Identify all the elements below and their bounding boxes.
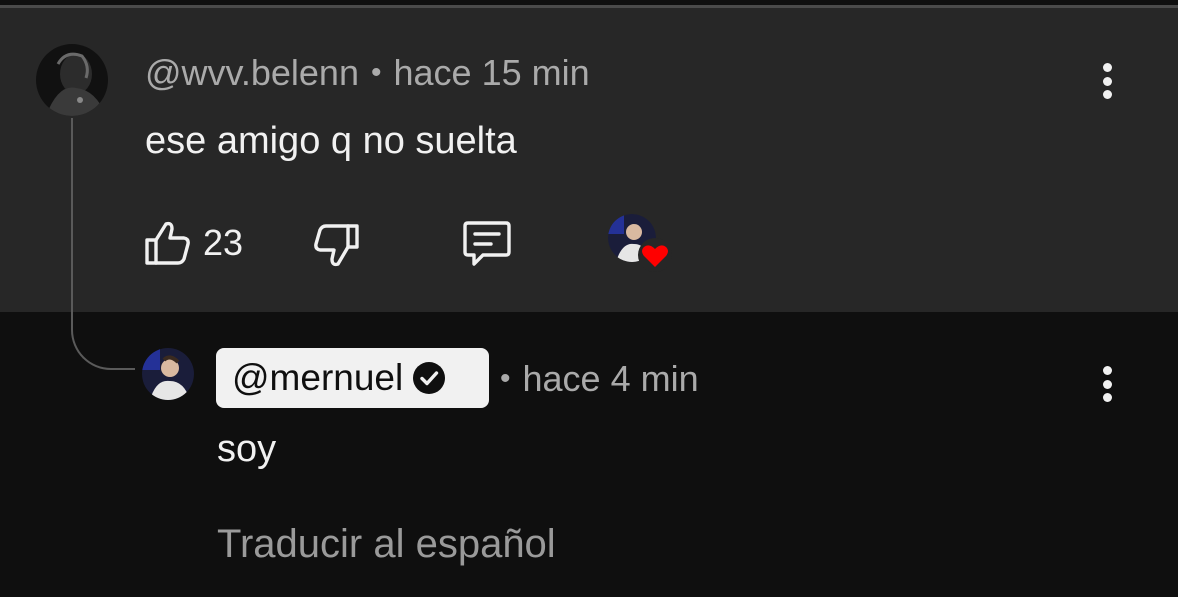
reply-text: soy [217,428,277,470]
thumbs-down-icon [314,224,359,267]
meta-separator: • [500,362,511,395]
thumbs-up-icon [145,221,190,265]
reply-author-avatar[interactable] [142,348,194,400]
more-vert-icon [1102,366,1112,375]
comment-time: hace 15 min [393,52,590,93]
reply-more-button[interactable] [1092,362,1122,406]
translate-link[interactable]: Traducir al español [217,522,556,567]
comment-author[interactable]: @wvv.belenn [145,52,359,94]
comment-icon [463,221,511,266]
verified-check-icon [413,362,446,394]
dislike-button[interactable] [313,222,361,268]
comment-text: ese amigo q no suelta [145,120,517,162]
thread-connector-line [71,118,135,370]
like-button[interactable]: 23 [143,220,243,266]
reply-time: hace 4 min [522,358,699,399]
reply-meta: • hace 4 min [500,358,699,400]
creator-heart-badge[interactable] [608,214,674,274]
commenter-avatar[interactable] [36,44,108,116]
like-count: 23 [203,222,244,263]
reply-author: @mernuel [232,357,404,398]
comment-more-button[interactable] [1092,59,1122,103]
heart-icon [638,238,672,272]
reply-author-chip[interactable]: @mernuel [216,348,489,408]
reply-button[interactable] [461,220,513,268]
comment-meta: @wvv.belenn • hace 15 min [145,52,590,94]
meta-separator: • [370,56,382,89]
more-vert-icon [1102,63,1112,72]
